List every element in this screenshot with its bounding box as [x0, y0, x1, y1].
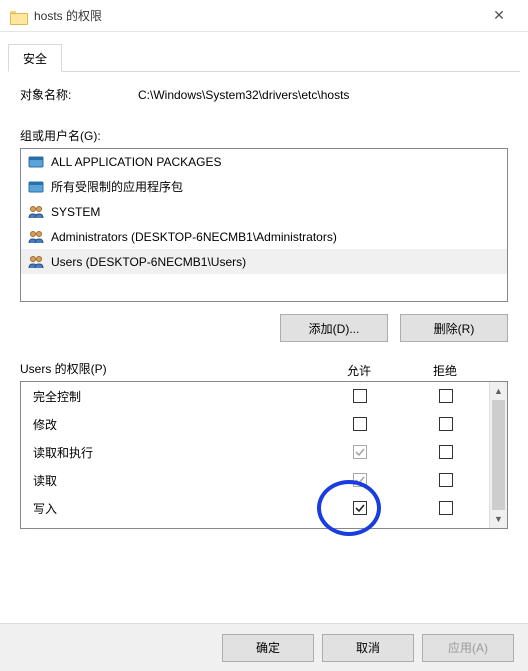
permissions-label: Users 的权限(P) [20, 360, 107, 377]
scroll-down-icon[interactable]: ▼ [490, 510, 507, 528]
groups-label: 组或用户名(G): [20, 127, 508, 144]
list-item-label: Users (DESKTOP-6NECMB1\Users) [51, 255, 246, 269]
scroll-track[interactable] [490, 400, 507, 510]
groups-buttons: 添加(D)... 删除(R) [20, 314, 508, 342]
scrollbar[interactable]: ▲ ▼ [489, 382, 507, 528]
list-item-label: ALL APPLICATION PACKAGES [51, 155, 222, 169]
allow-checkbox[interactable] [353, 445, 367, 459]
add-button-label: 添加(D)... [309, 320, 360, 337]
apply-button-label: 应用(A) [448, 639, 488, 656]
allow-cell [317, 501, 403, 515]
permission-name: 修改 [33, 416, 317, 433]
users-icon [27, 204, 45, 220]
ok-button[interactable]: 确定 [222, 634, 314, 662]
titlebar: hosts 的权限 ✕ [0, 0, 528, 32]
allow-cell [317, 473, 403, 487]
allow-cell [317, 417, 403, 431]
deny-checkbox[interactable] [439, 501, 453, 515]
list-item[interactable]: Administrators (DESKTOP-6NECMB1\Administ… [21, 224, 507, 249]
remove-button[interactable]: 删除(R) [400, 314, 508, 342]
deny-cell [403, 473, 489, 487]
scroll-up-icon[interactable]: ▲ [490, 382, 507, 400]
allow-cell [317, 445, 403, 459]
deny-column-header: 拒绝 [402, 362, 488, 379]
list-item[interactable]: 所有受限制的应用程序包 [21, 174, 507, 199]
scroll-thumb[interactable] [492, 400, 505, 510]
groups-listbox[interactable]: ALL APPLICATION PACKAGES 所有受限制的应用程序包 SYSTE… [20, 148, 508, 302]
close-icon: ✕ [493, 7, 505, 24]
permissions-header: Users 的权限(P) 允许 拒绝 [20, 360, 508, 381]
apply-button[interactable]: 应用(A) [422, 634, 514, 662]
cancel-button-label: 取消 [356, 639, 380, 656]
permission-row: 读取 [21, 466, 489, 494]
deny-cell [403, 417, 489, 431]
folder-icon [10, 9, 26, 23]
allow-checkbox[interactable] [353, 501, 367, 515]
tabstrip: 安全 [8, 44, 520, 72]
list-item[interactable]: ALL APPLICATION PACKAGES [21, 149, 507, 174]
deny-checkbox[interactable] [439, 473, 453, 487]
users-icon [27, 229, 45, 245]
ok-button-label: 确定 [256, 639, 280, 656]
deny-checkbox[interactable] [439, 389, 453, 403]
deny-checkbox[interactable] [439, 417, 453, 431]
allow-checkbox[interactable] [353, 417, 367, 431]
cancel-button[interactable]: 取消 [322, 634, 414, 662]
permission-row: 修改 [21, 410, 489, 438]
list-item[interactable]: Users (DESKTOP-6NECMB1\Users) [21, 249, 507, 274]
content-panel: 对象名称: C:\Windows\System32\drivers\etc\ho… [0, 72, 528, 537]
permission-name: 完全控制 [33, 388, 317, 405]
permission-name: 读取 [33, 472, 317, 489]
deny-checkbox[interactable] [439, 445, 453, 459]
object-path: C:\Windows\System32\drivers\etc\hosts [138, 88, 508, 102]
window-title: hosts 的权限 [34, 7, 102, 24]
allow-column-header: 允许 [316, 362, 402, 379]
remove-button-label: 删除(R) [434, 320, 475, 337]
dialog-footer: 确定 取消 应用(A) [0, 623, 528, 671]
package-icon [27, 154, 45, 170]
list-item-label: 所有受限制的应用程序包 [51, 178, 183, 195]
tab-security[interactable]: 安全 [8, 44, 62, 72]
list-item[interactable]: SYSTEM [21, 199, 507, 224]
permissions-box: 完全控制修改读取和执行读取写入 ▲ ▼ [20, 381, 508, 529]
add-button[interactable]: 添加(D)... [280, 314, 388, 342]
list-item-label: Administrators (DESKTOP-6NECMB1\Administ… [51, 230, 337, 244]
users-icon [27, 254, 45, 270]
allow-cell [317, 389, 403, 403]
permission-name: 读取和执行 [33, 444, 317, 461]
deny-cell [403, 445, 489, 459]
permission-name: 写入 [33, 500, 317, 517]
permission-row: 读取和执行 [21, 438, 489, 466]
list-item-label: SYSTEM [51, 205, 100, 219]
allow-checkbox[interactable] [353, 389, 367, 403]
close-button[interactable]: ✕ [476, 0, 522, 32]
object-name-label: 对象名称: [20, 86, 138, 103]
package-icon [27, 179, 45, 195]
deny-cell [403, 389, 489, 403]
tab-label: 安全 [23, 52, 47, 66]
object-row: 对象名称: C:\Windows\System32\drivers\etc\ho… [20, 86, 508, 103]
permission-row: 完全控制 [21, 382, 489, 410]
allow-checkbox[interactable] [353, 473, 367, 487]
permission-row: 写入 [21, 494, 489, 522]
deny-cell [403, 501, 489, 515]
